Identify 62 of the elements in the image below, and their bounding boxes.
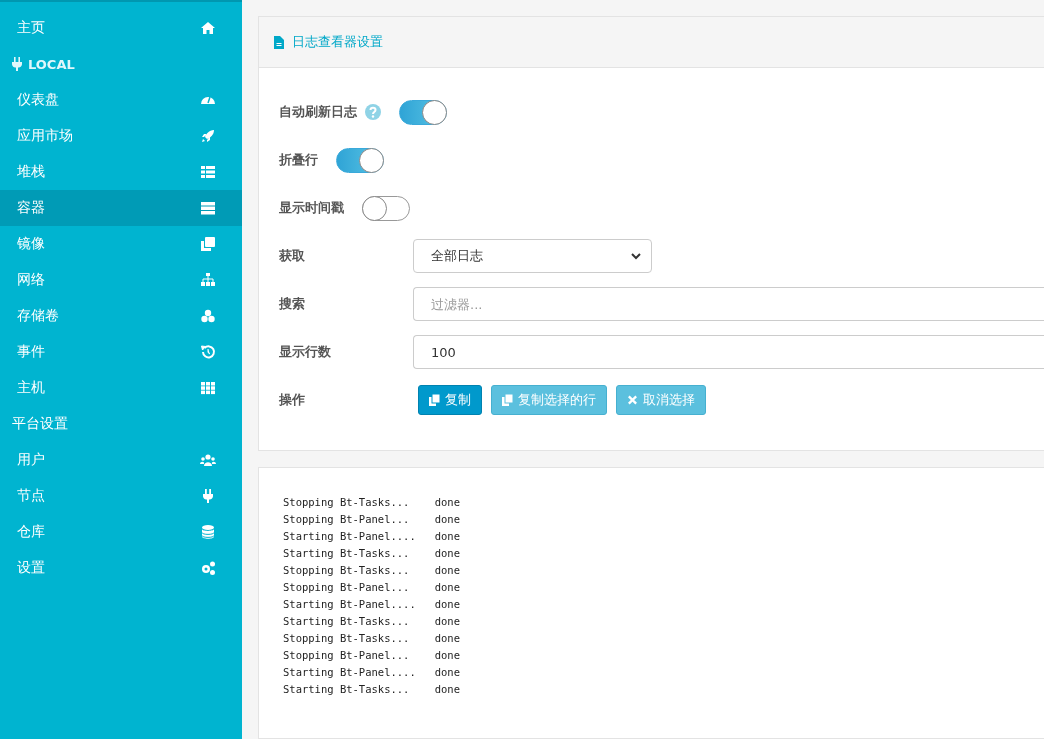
log-line: Stopping Bt-Panel... done [283, 512, 461, 527]
home-icon [200, 20, 216, 36]
panel-title: 日志查看器设置 [292, 33, 383, 51]
rocket-icon [200, 128, 216, 144]
database-icon [200, 524, 216, 540]
log-line: Stopping Bt-Tasks... done [283, 495, 461, 510]
log-line: Starting Bt-Panel.... done [283, 665, 461, 680]
server-icon [200, 200, 216, 216]
log-line: Stopping Bt-Panel... done [283, 648, 461, 663]
sidebar-item[interactable]: 容器 [0, 190, 242, 226]
chevron-down-icon [631, 252, 641, 260]
sidebar-item[interactable]: 堆栈 [0, 154, 242, 190]
field-label: 显示行数 [279, 343, 332, 361]
sidebar-item[interactable]: 用户 [0, 442, 242, 478]
toggle-switch[interactable] [336, 147, 384, 173]
toggle-label: 显示时间戳 [279, 199, 344, 217]
sidebar-item[interactable]: 镜像 [0, 226, 242, 262]
history-icon [200, 344, 216, 360]
sidebar-item[interactable]: 主机 [0, 370, 242, 406]
log-line: Starting Bt-Panel.... done [283, 529, 461, 544]
toggle-label: 折叠行 [279, 151, 318, 169]
close-icon [627, 394, 638, 406]
copy-button[interactable]: 复制 [418, 385, 482, 415]
field-label: 获取 [279, 247, 306, 265]
log-line: Stopping Bt-Tasks... done [283, 563, 461, 578]
search-field[interactable]: 过滤器... [413, 287, 1044, 321]
log-line: Stopping Bt-Tasks... done [283, 631, 461, 646]
log-line: Starting Bt-Tasks... done [283, 682, 461, 697]
plug-icon [11, 56, 23, 72]
log-line: Starting Bt-Tasks... done [283, 614, 461, 629]
plug-icon [200, 488, 216, 504]
toggle-switch[interactable] [399, 99, 447, 125]
toggle-switch[interactable] [362, 195, 410, 221]
log-line: Stopping Bt-Panel... done [283, 580, 461, 595]
gears-icon [200, 560, 216, 576]
sidebar-item[interactable]: 应用市场 [0, 118, 242, 154]
sidebar-item[interactable]: 仓库 [0, 514, 242, 550]
log-line: Starting Bt-Panel.... done [283, 597, 461, 612]
list-icon [200, 164, 216, 180]
toggle-label: 自动刷新日志 [279, 103, 357, 121]
section-header: 平台设置 [12, 415, 68, 433]
clone-icon [200, 236, 216, 252]
sidebar-item[interactable]: 设置 [0, 550, 242, 586]
cubes-icon [200, 308, 216, 324]
copy-icon [429, 394, 440, 406]
log-line: Starting Bt-Tasks... done [283, 546, 461, 561]
sidebar-item[interactable]: 节点 [0, 478, 242, 514]
copy-icon [502, 394, 513, 406]
log-select[interactable]: 全部日志 [413, 239, 652, 273]
grid-icon [200, 380, 216, 396]
sidebar-item[interactable]: 仪表盘 [0, 82, 242, 118]
field-label: 搜索 [279, 295, 306, 313]
line-count-field[interactable]: 100 [413, 335, 1044, 369]
file-icon [274, 35, 284, 49]
sidebar-item[interactable]: 网络 [0, 262, 242, 298]
sidebar-item[interactable]: 事件 [0, 334, 242, 370]
section-header: LOCAL [28, 56, 75, 72]
users-icon [200, 452, 216, 468]
field-label: 操作 [279, 391, 306, 409]
sitemap-icon [200, 272, 216, 288]
sidebar-item[interactable]: 主页 [0, 10, 242, 46]
sidebar-item[interactable]: 存储卷 [0, 298, 242, 334]
